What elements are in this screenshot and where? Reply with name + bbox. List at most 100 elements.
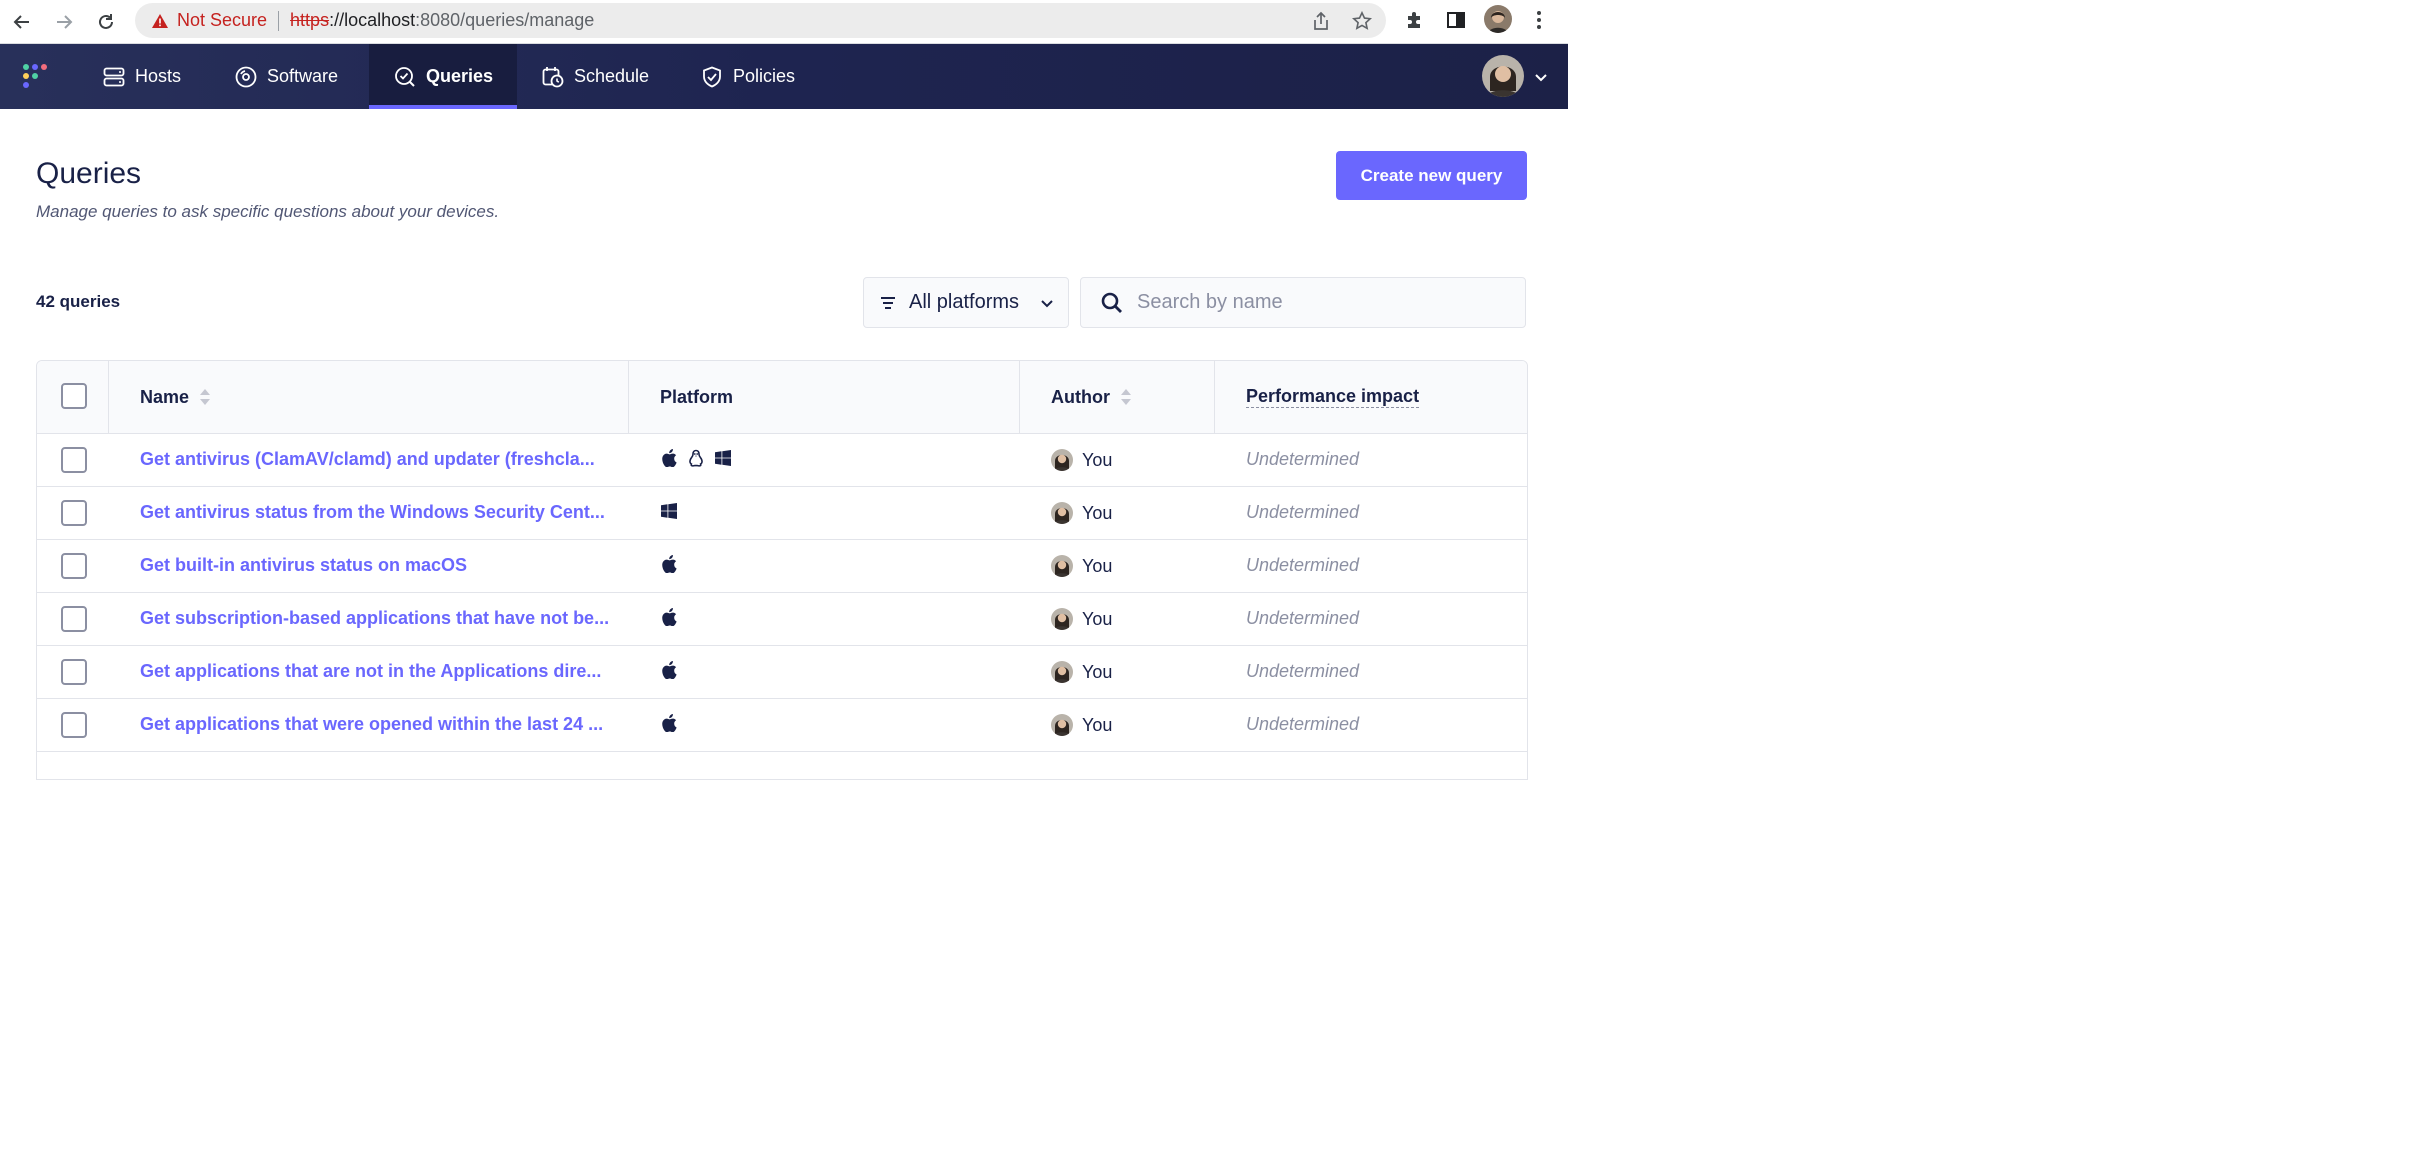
row-checkbox[interactable]: [61, 606, 87, 632]
platform-filter-dropdown[interactable]: All platforms: [863, 277, 1069, 328]
query-name-link[interactable]: Get subscription-based applications that…: [140, 608, 609, 629]
author-cell: You: [1051, 714, 1112, 736]
hosts-icon: [103, 66, 125, 88]
user-avatar[interactable]: [1482, 55, 1524, 97]
extensions-icon[interactable]: [1401, 6, 1429, 34]
bookmark-star-icon[interactable]: [1350, 9, 1374, 33]
apple-icon: [660, 714, 678, 732]
author-name: You: [1082, 661, 1113, 682]
author-name: You: [1082, 608, 1113, 629]
nav-policies[interactable]: Policies: [684, 44, 812, 109]
linux-icon: [687, 449, 705, 467]
profile-avatar[interactable]: [1484, 5, 1512, 33]
page-subtitle: Manage queries to ask specific questions…: [36, 202, 500, 221]
column-divider: [628, 361, 629, 433]
fleet-logo[interactable]: [22, 63, 50, 91]
platform-icons: [660, 449, 732, 467]
author-cell: You: [1051, 449, 1112, 471]
platform-column-header: Platform: [660, 361, 733, 433]
browser-menu-icon[interactable]: [1525, 6, 1553, 34]
author-column-header[interactable]: Author: [1051, 361, 1132, 433]
nav-hosts[interactable]: Hosts: [86, 44, 198, 109]
sort-icon[interactable]: [199, 388, 211, 406]
url-scheme: https: [290, 10, 330, 30]
table-header: Name Platform Author Performance impact: [37, 361, 1527, 434]
author-avatar: [1051, 714, 1073, 736]
column-divider: [1214, 361, 1215, 433]
author-avatar: [1051, 502, 1073, 524]
url-text[interactable]: https://localhost:8080/queries/manage: [290, 10, 594, 31]
author-cell: You: [1051, 608, 1112, 630]
table-row: Get subscription-based applications that…: [37, 593, 1527, 646]
platform-icons: [660, 502, 678, 520]
app-navbar: Hosts Software Queries Schedule Policies: [0, 44, 1568, 109]
address-bar[interactable]: Not Secure https://localhost:8080/querie…: [135, 3, 1386, 38]
row-checkbox[interactable]: [61, 712, 87, 738]
query-name-link[interactable]: Get applications that are not in the App…: [140, 661, 601, 682]
performance-impact: Undetermined: [1246, 555, 1360, 575]
search-input[interactable]: [1137, 291, 1497, 314]
nav-queries[interactable]: Queries: [369, 44, 517, 109]
platform-header-label: Platform: [660, 386, 734, 407]
performance-header-label: Performance impact: [1246, 386, 1420, 408]
performance-impact: Undetermined: [1246, 714, 1360, 734]
url-path: :8080/queries/manage: [415, 10, 595, 30]
author-avatar: [1051, 449, 1073, 471]
platform-filter-value: All platforms: [909, 291, 1020, 313]
query-name-link[interactable]: Get built-in antivirus status on macOS: [140, 555, 467, 576]
row-checkbox[interactable]: [61, 447, 87, 473]
create-new-query-button[interactable]: Create new query: [1336, 151, 1527, 200]
author-cell: You: [1051, 555, 1112, 577]
side-panel-icon[interactable]: [1442, 6, 1470, 34]
query-name-link[interactable]: Get antivirus (ClamAV/clamd) and updater…: [140, 449, 595, 470]
nav-schedule[interactable]: Schedule: [525, 44, 666, 109]
author-avatar: [1051, 661, 1073, 683]
omnibox-divider: [278, 10, 280, 31]
share-icon[interactable]: [1309, 9, 1333, 33]
query-count: 42 queries: [36, 292, 121, 311]
row-checkbox[interactable]: [61, 659, 87, 685]
query-name-link[interactable]: Get antivirus status from the Windows Se…: [140, 502, 605, 523]
table-row: Get applications that are not in the App…: [37, 646, 1527, 699]
forward-icon[interactable]: [50, 8, 78, 36]
nav-queries-label: Queries: [426, 66, 494, 86]
apple-icon: [660, 555, 678, 573]
browser-toolbar: Not Secure https://localhost:8080/querie…: [0, 0, 1568, 44]
table-row: Get antivirus status from the Windows Se…: [37, 487, 1527, 540]
performance-impact: Undetermined: [1246, 608, 1360, 628]
performance-impact: Undetermined: [1246, 661, 1360, 681]
chevron-down-icon[interactable]: [1533, 69, 1549, 85]
reload-icon[interactable]: [92, 8, 120, 36]
performance-column-header[interactable]: Performance impact: [1246, 361, 1420, 433]
nav-policies-label: Policies: [733, 66, 796, 86]
query-name-link[interactable]: Get applications that were opened within…: [140, 714, 603, 735]
nav-schedule-label: Schedule: [574, 66, 650, 86]
sort-icon[interactable]: [1120, 388, 1132, 406]
row-checkbox[interactable]: [61, 500, 87, 526]
search-box: [1080, 277, 1526, 328]
warning-icon: [151, 12, 169, 30]
filter-icon: [881, 296, 895, 309]
row-checkbox[interactable]: [61, 553, 87, 579]
url-host: ://localhost: [329, 10, 416, 30]
queries-icon: [394, 66, 416, 88]
author-name: You: [1082, 449, 1113, 470]
table-row: Get applications that were opened within…: [37, 699, 1527, 752]
nav-software[interactable]: Software: [218, 44, 355, 109]
author-name: You: [1082, 555, 1113, 576]
table-row: Get built-in antivirus status on macOS Y…: [37, 540, 1527, 593]
author-avatar: [1051, 555, 1073, 577]
platform-icons: [660, 661, 678, 679]
select-all-checkbox[interactable]: [61, 383, 87, 409]
column-divider: [1019, 361, 1020, 433]
back-icon[interactable]: [8, 8, 36, 36]
queries-table: Name Platform Author Performance impact …: [36, 360, 1528, 780]
page-title: Queries: [36, 157, 142, 190]
name-column-header[interactable]: Name: [140, 361, 211, 433]
security-label[interactable]: Not Secure: [177, 10, 267, 31]
apple-icon: [660, 661, 678, 679]
software-icon: [235, 66, 257, 88]
windows-icon: [660, 502, 678, 520]
author-cell: You: [1051, 661, 1112, 683]
author-name: You: [1082, 714, 1113, 735]
